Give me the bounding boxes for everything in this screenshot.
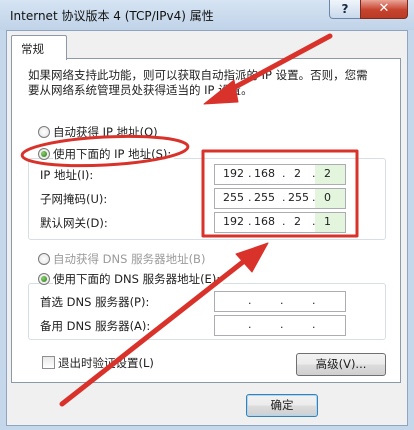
annotation-ellipse (20, 134, 190, 168)
tab-general-label: 常规 (21, 42, 44, 56)
annotation-arrow-top (203, 33, 333, 105)
annotation-overlay (20, 33, 359, 407)
annotation-rectangle (201, 149, 359, 238)
annotation-arrow-bottom (59, 242, 269, 407)
tab-general[interactable]: 常规 (11, 35, 67, 60)
